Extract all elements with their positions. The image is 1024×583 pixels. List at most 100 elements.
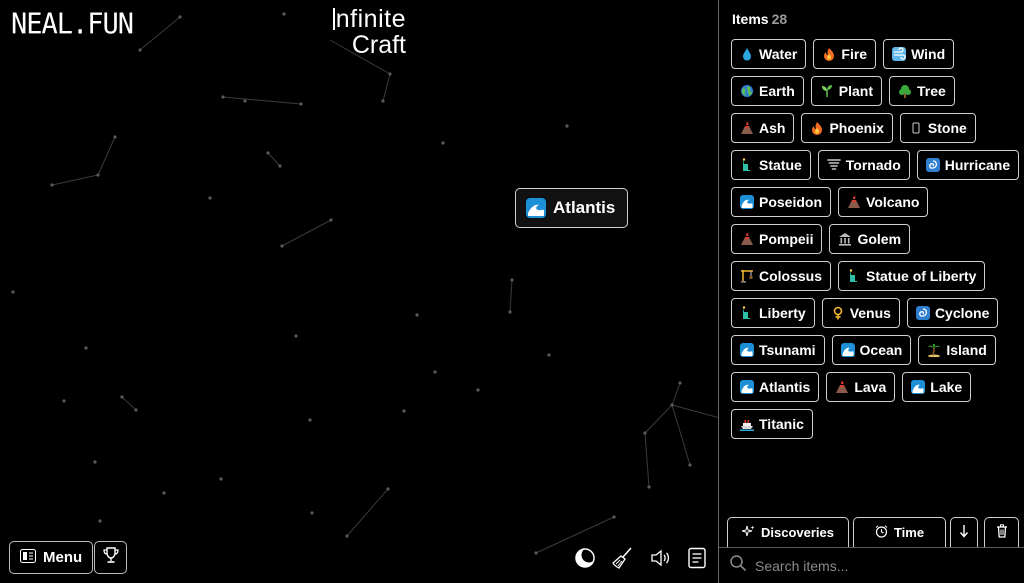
item-row: Poseidon Volcano bbox=[731, 187, 1017, 217]
item-chip-pompeii[interactable]: Pompeii bbox=[731, 224, 823, 254]
venus-icon bbox=[831, 306, 845, 320]
item-chip-label: Lava bbox=[854, 379, 887, 395]
sparkles-icon bbox=[741, 525, 755, 541]
item-chip-volcano[interactable]: Volcano bbox=[838, 187, 929, 217]
item-chip-label: Venus bbox=[849, 305, 891, 321]
speaker-icon bbox=[649, 547, 671, 574]
statue-icon bbox=[740, 306, 754, 320]
wave-icon bbox=[840, 343, 855, 357]
tab-time-label: Time bbox=[893, 525, 925, 540]
tab-discoveries-label: Discoveries bbox=[761, 525, 834, 540]
item-chip-label: Phoenix bbox=[829, 120, 884, 136]
canvas-item-atlantis[interactable]: Atlantis bbox=[515, 188, 629, 228]
item-chip-label: Tsunami bbox=[759, 342, 816, 358]
item-chip-island[interactable]: Island bbox=[918, 335, 996, 365]
item-chip-label: Plant bbox=[838, 83, 874, 99]
item-chip-water[interactable]: Water bbox=[731, 39, 807, 69]
item-chip-cyclone[interactable]: Cyclone bbox=[906, 298, 999, 328]
item-chip-plant[interactable]: Plant bbox=[810, 76, 883, 106]
item-row: Colossus Statue of Liberty bbox=[731, 261, 1017, 291]
menu-button[interactable]: Menu bbox=[9, 541, 94, 574]
app-title: nfinite Craft bbox=[332, 5, 406, 59]
delete-button[interactable] bbox=[984, 517, 1019, 547]
canvas-item-label: Atlantis bbox=[553, 198, 616, 217]
achievements-button[interactable] bbox=[94, 541, 127, 574]
sort-tabs: Discoveries Time bbox=[727, 517, 1019, 547]
item-row: Ash Phoenix Stone bbox=[731, 113, 1017, 143]
item-chip-golem[interactable]: Golem bbox=[829, 224, 911, 254]
item-list: Water Fire Wind Earth Plant Tree Ash Phoenix Sto… bbox=[731, 39, 1020, 446]
item-chip-titanic[interactable]: Titanic bbox=[731, 409, 813, 439]
menu-icon bbox=[20, 548, 36, 567]
item-chip-label: Titanic bbox=[759, 416, 804, 432]
item-chip-poseidon[interactable]: Poseidon bbox=[731, 187, 832, 217]
item-chip-colossus[interactable]: Colossus bbox=[731, 261, 832, 291]
fire-icon bbox=[810, 121, 824, 135]
item-chip-wind[interactable]: Wind bbox=[883, 39, 955, 69]
statue-icon bbox=[847, 269, 861, 283]
clock-icon bbox=[875, 524, 888, 541]
item-row: Atlantis Lava Lake bbox=[731, 372, 1017, 402]
item-row: Pompeii Golem bbox=[731, 224, 1017, 254]
item-chip-ocean[interactable]: Ocean bbox=[831, 335, 912, 365]
tab-discoveries[interactable]: Discoveries bbox=[727, 517, 849, 547]
broom-icon bbox=[611, 546, 635, 575]
title-line-1: nfinite bbox=[335, 5, 406, 33]
item-chip-lake[interactable]: Lake bbox=[902, 372, 972, 402]
wave-icon bbox=[911, 380, 926, 394]
item-chip-label: Pompeii bbox=[759, 231, 814, 247]
item-chip-label: Earth bbox=[759, 83, 795, 99]
wave-icon bbox=[526, 198, 546, 218]
item-chip-phoenix[interactable]: Phoenix bbox=[801, 113, 893, 143]
title-cursor-bar bbox=[332, 8, 335, 30]
title-line-2: Craft bbox=[351, 31, 406, 59]
item-chip-fire[interactable]: Fire bbox=[813, 39, 877, 69]
volcano-icon bbox=[847, 195, 861, 209]
notes-button[interactable] bbox=[684, 547, 710, 573]
trash-icon bbox=[996, 524, 1008, 541]
search-bar bbox=[719, 547, 1024, 583]
item-chip-liberty[interactable]: Liberty bbox=[731, 298, 815, 328]
tornado-icon bbox=[826, 158, 841, 172]
droplet-icon bbox=[740, 47, 754, 61]
item-chip-statue-of-liberty[interactable]: Statue of Liberty bbox=[838, 261, 986, 291]
sound-toggle[interactable] bbox=[647, 547, 673, 573]
items-count: 28 bbox=[771, 11, 788, 27]
item-chip-stone[interactable]: Stone bbox=[899, 113, 976, 143]
sort-direction-button[interactable] bbox=[950, 517, 978, 547]
item-row: Liberty Venus Cyclone bbox=[731, 298, 1017, 328]
fire-icon bbox=[822, 47, 836, 61]
items-header: Items 28 bbox=[732, 11, 787, 27]
tree-icon bbox=[898, 84, 912, 98]
item-chip-label: Lake bbox=[930, 379, 963, 395]
item-chip-label: Ash bbox=[759, 120, 786, 136]
craft-canvas[interactable]: NEAL.FUN nfinite Craft Atlantis Menu bbox=[0, 0, 718, 583]
item-chip-label: Statue of Liberty bbox=[866, 268, 977, 284]
item-chip-tree[interactable]: Tree bbox=[889, 76, 955, 106]
item-chip-earth[interactable]: Earth bbox=[731, 76, 804, 106]
item-chip-hurricane[interactable]: Hurricane bbox=[916, 150, 1020, 180]
item-chip-lava[interactable]: Lava bbox=[826, 372, 896, 402]
wind-icon bbox=[892, 47, 907, 61]
item-chip-venus[interactable]: Venus bbox=[821, 298, 900, 328]
search-input[interactable] bbox=[755, 557, 1005, 574]
item-chip-label: Ocean bbox=[859, 342, 903, 358]
item-chip-tornado[interactable]: Tornado bbox=[817, 150, 910, 180]
item-chip-statue[interactable]: Statue bbox=[731, 150, 811, 180]
temple-icon bbox=[838, 232, 852, 246]
items-sidebar: Items 28 Water Fire Wind Earth Plant Tree Ash Ph… bbox=[718, 0, 1024, 583]
item-chip-atlantis[interactable]: Atlantis bbox=[731, 372, 820, 402]
neal-fun-logo[interactable]: NEAL.FUN bbox=[11, 8, 134, 41]
item-chip-tsunami[interactable]: Tsunami bbox=[731, 335, 825, 365]
wave-icon bbox=[740, 380, 754, 394]
tab-time[interactable]: Time bbox=[853, 517, 946, 547]
item-chip-label: Statue bbox=[759, 157, 802, 173]
item-chip-ash[interactable]: Ash bbox=[731, 113, 795, 143]
search-icon bbox=[729, 554, 747, 577]
items-header-label: Items bbox=[732, 11, 769, 27]
clear-button[interactable] bbox=[610, 547, 636, 573]
menu-label: Menu bbox=[43, 549, 83, 566]
item-chip-label: Tornado bbox=[845, 157, 901, 173]
dark-mode-toggle[interactable] bbox=[572, 547, 598, 573]
wave-icon bbox=[740, 195, 754, 209]
